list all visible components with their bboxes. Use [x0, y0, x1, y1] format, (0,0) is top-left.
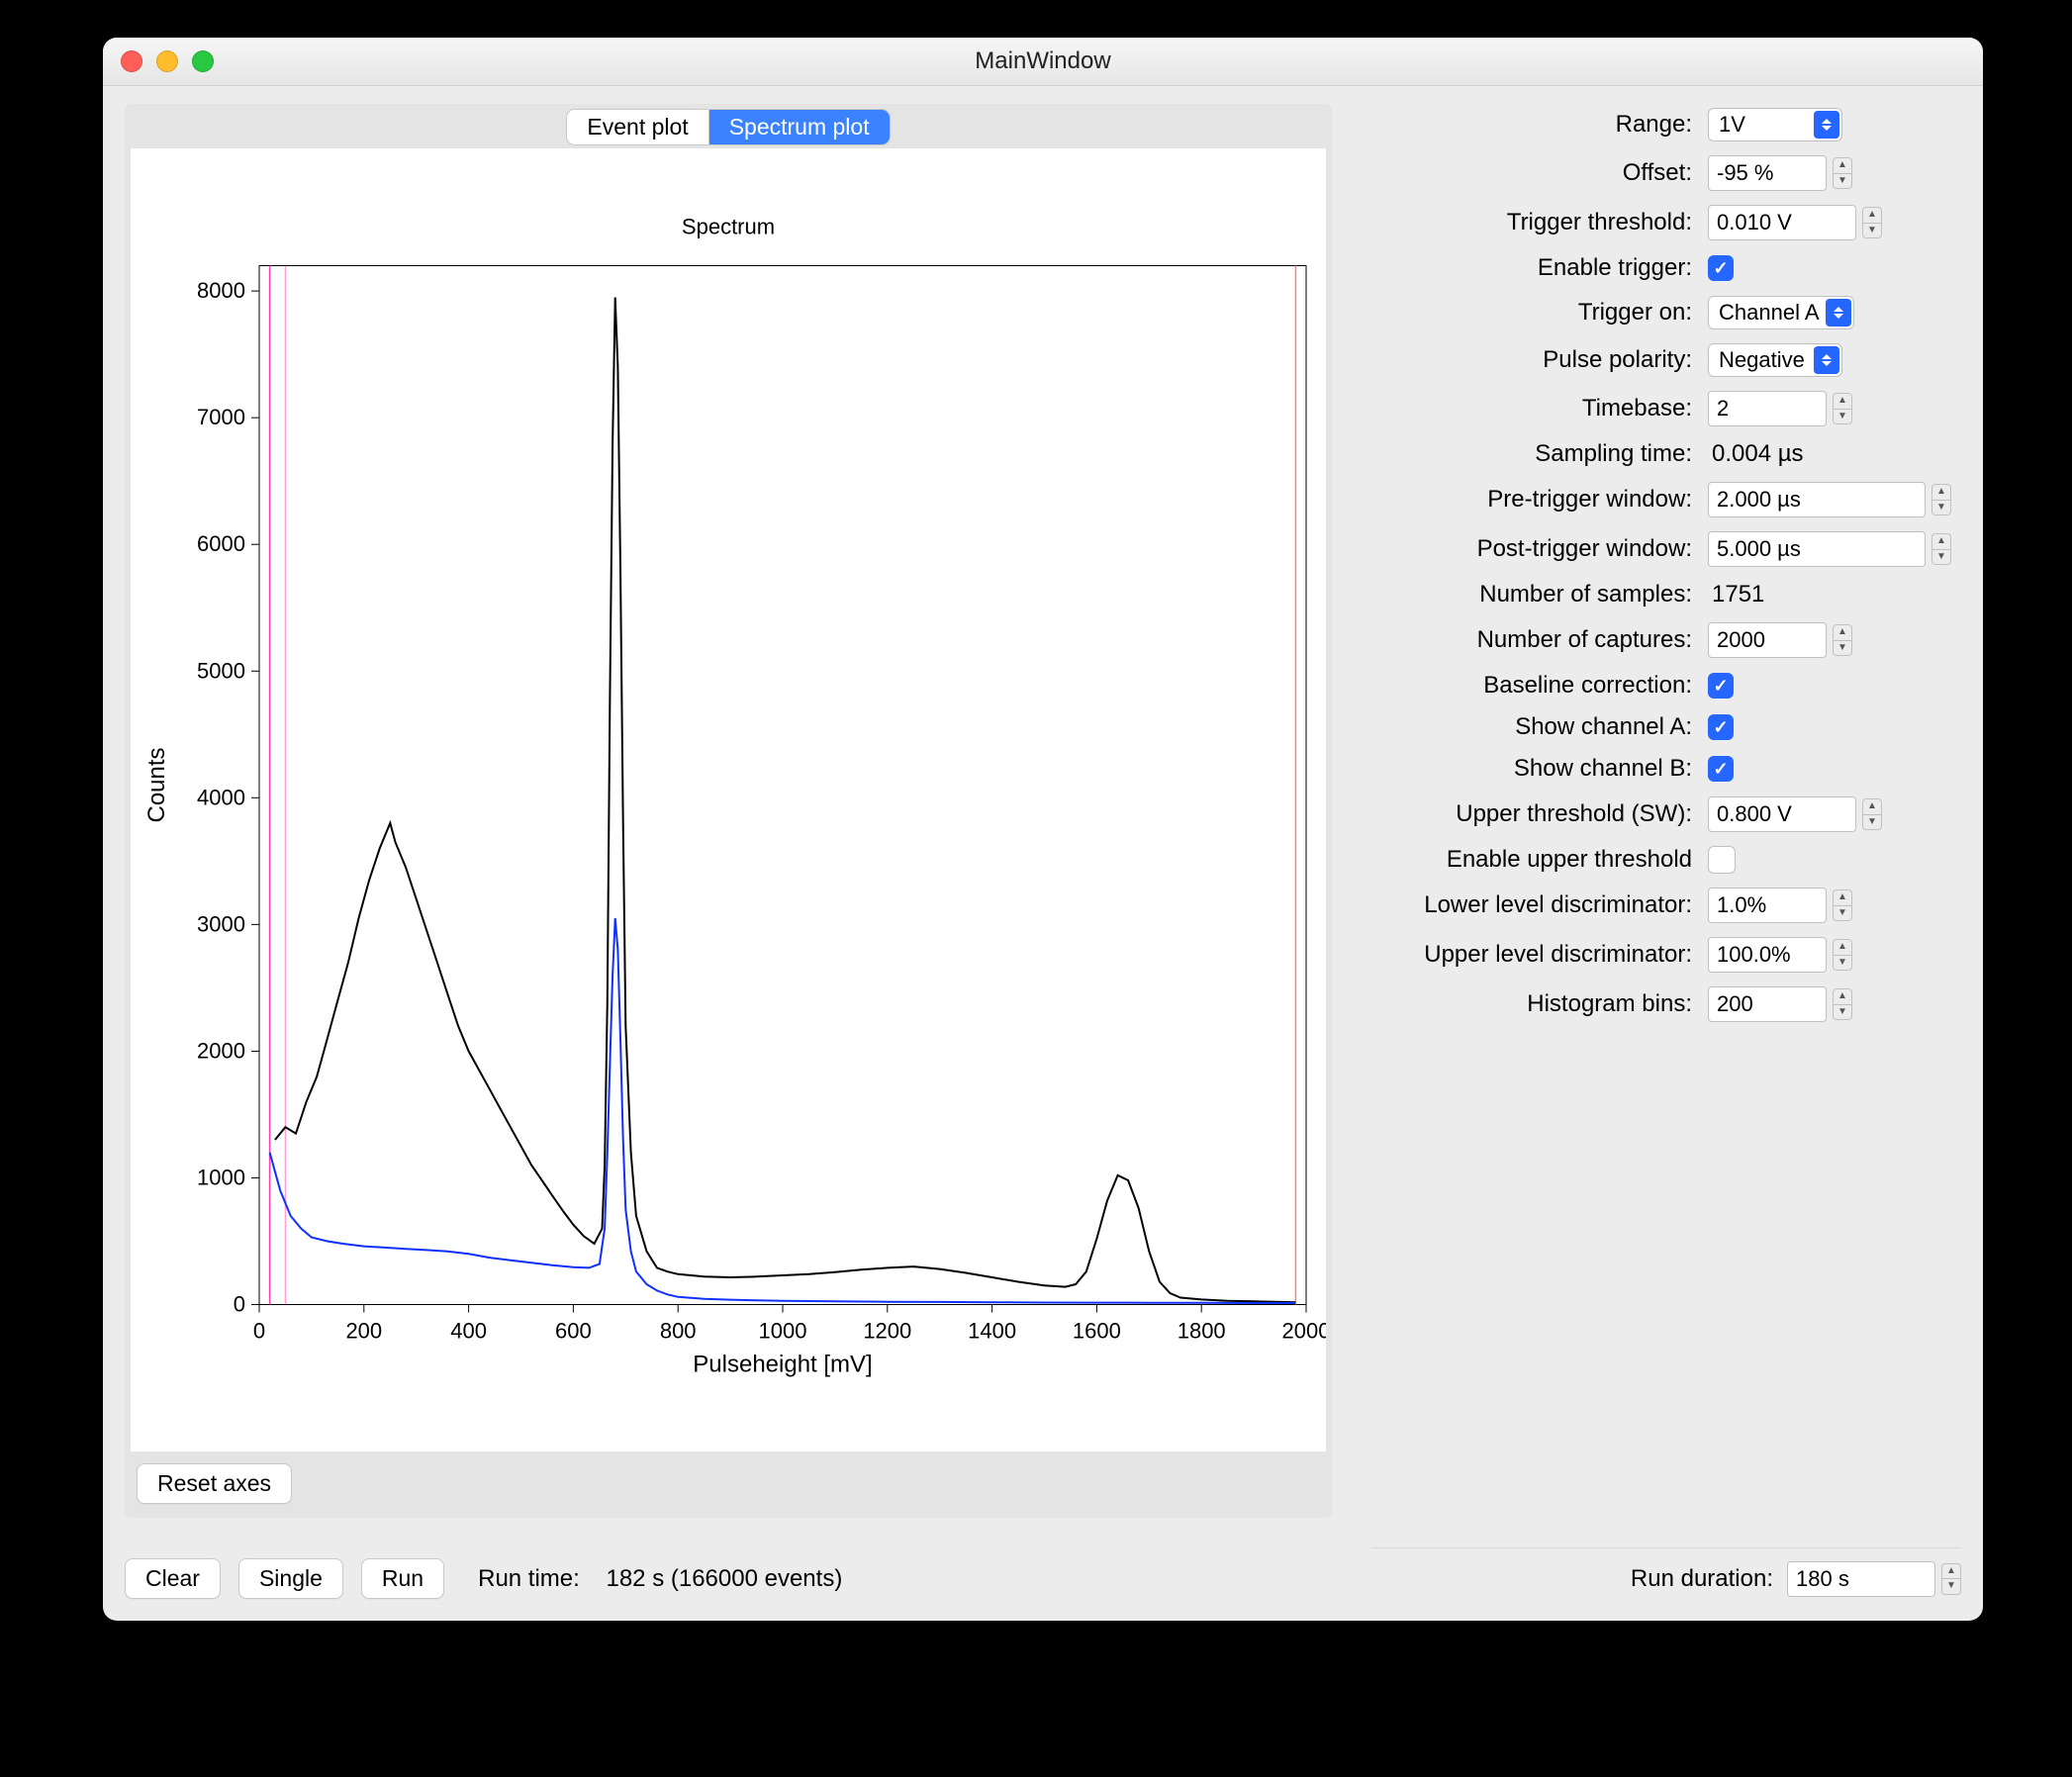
post_trigger_window-label: Post-trigger window: — [1356, 535, 1692, 563]
svg-text:Spectrum: Spectrum — [682, 215, 775, 239]
lower_level_disc-input[interactable] — [1708, 888, 1827, 923]
histogram_bins-label: Histogram bins: — [1356, 990, 1692, 1018]
svg-text:200: 200 — [345, 1319, 382, 1344]
sampling_time-label: Sampling time: — [1356, 440, 1692, 468]
upper_threshold_sw-label: Upper threshold (SW): — [1356, 800, 1692, 828]
window-controls — [121, 50, 214, 72]
run-time-value: 182 s (166000 events) — [606, 1565, 842, 1592]
upper_level_disc-label: Upper level discriminator: — [1356, 941, 1692, 969]
run-time-label: Run time: — [478, 1565, 580, 1592]
titlebar: MainWindow — [103, 38, 1983, 86]
baseline_correction-label: Baseline correction: — [1356, 672, 1692, 700]
enable_upper_thr-checkbox[interactable]: ✓ — [1708, 846, 1736, 874]
trigger_threshold-label: Trigger threshold: — [1356, 209, 1692, 236]
run-duration-stepper[interactable]: ▲▼ — [1941, 1563, 1961, 1595]
number_of_captures-input[interactable] — [1708, 622, 1827, 658]
run-duration-label: Run duration: — [1631, 1565, 1773, 1593]
svg-text:2000: 2000 — [197, 1038, 245, 1063]
svg-text:8000: 8000 — [197, 278, 245, 303]
enable_trigger-label: Enable trigger: — [1356, 254, 1692, 282]
show_channel_b-label: Show channel B: — [1356, 755, 1692, 783]
trigger_threshold-stepper[interactable]: ▲▼ — [1862, 207, 1882, 238]
show_channel_a-label: Show channel A: — [1356, 713, 1692, 741]
show_channel_a-checkbox[interactable]: ✓ — [1708, 714, 1734, 740]
offset-label: Offset: — [1356, 159, 1692, 187]
tab-spectrum-plot[interactable]: Spectrum plot — [709, 110, 890, 144]
svg-text:6000: 6000 — [197, 531, 245, 556]
range-select[interactable]: 1V — [1708, 108, 1842, 141]
svg-text:Counts: Counts — [143, 747, 170, 822]
close-icon[interactable] — [121, 50, 142, 72]
offset-input[interactable] — [1708, 155, 1827, 191]
number_of_captures-label: Number of captures: — [1356, 626, 1692, 654]
post_trigger_window-stepper[interactable]: ▲▼ — [1931, 533, 1951, 565]
trigger_threshold-input[interactable] — [1708, 205, 1856, 240]
trigger_on-select[interactable]: Channel A — [1708, 296, 1854, 329]
chevron-up-down-icon — [1814, 111, 1839, 139]
series-channel-a — [275, 298, 1296, 1303]
lower_level_disc-label: Lower level discriminator: — [1356, 891, 1692, 919]
run-button[interactable]: Run — [361, 1558, 444, 1599]
svg-text:Pulseheight [mV]: Pulseheight [mV] — [693, 1352, 872, 1378]
timebase-input[interactable] — [1708, 391, 1827, 426]
timebase-stepper[interactable]: ▲▼ — [1833, 393, 1852, 424]
svg-text:1000: 1000 — [759, 1319, 807, 1344]
pulse_polarity-label: Pulse polarity: — [1356, 346, 1692, 374]
svg-text:400: 400 — [450, 1319, 487, 1344]
svg-text:7000: 7000 — [197, 405, 245, 429]
svg-text:0: 0 — [234, 1292, 245, 1317]
number_of_samples-label: Number of samples: — [1356, 581, 1692, 608]
svg-text:1200: 1200 — [863, 1319, 911, 1344]
sampling_time-value: 0.004 µs — [1708, 440, 1804, 468]
lower_level_disc-stepper[interactable]: ▲▼ — [1833, 889, 1852, 921]
pre_trigger_window-stepper[interactable]: ▲▼ — [1931, 484, 1951, 515]
pre_trigger_window-label: Pre-trigger window: — [1356, 486, 1692, 514]
histogram_bins-stepper[interactable]: ▲▼ — [1833, 988, 1852, 1020]
run-duration-input[interactable] — [1787, 1561, 1935, 1597]
minimize-icon[interactable] — [156, 50, 178, 72]
baseline_correction-checkbox[interactable]: ✓ — [1708, 673, 1734, 699]
range-label: Range: — [1356, 111, 1692, 139]
number_of_captures-stepper[interactable]: ▲▼ — [1833, 624, 1852, 656]
svg-text:600: 600 — [555, 1319, 592, 1344]
upper_threshold_sw-input[interactable] — [1708, 796, 1856, 832]
chevron-up-down-icon — [1814, 346, 1839, 374]
spectrum-plot[interactable]: Spectrum 0 200 400 600 800 1000 1200 1400 1600 180… — [131, 148, 1326, 1451]
plot-tabs: Event plot Spectrum plot — [567, 110, 889, 144]
svg-text:0: 0 — [253, 1319, 265, 1344]
series-channel-b — [270, 918, 1296, 1303]
window-title: MainWindow — [103, 47, 1983, 75]
show_channel_b-checkbox[interactable]: ✓ — [1708, 756, 1734, 782]
main-window: MainWindow Event plot Spectrum plot Spec… — [103, 38, 1983, 1621]
pre_trigger_window-input[interactable] — [1708, 482, 1926, 517]
timebase-label: Timebase: — [1356, 395, 1692, 422]
upper_level_disc-stepper[interactable]: ▲▼ — [1833, 939, 1852, 971]
reset-axes-button[interactable]: Reset axes — [137, 1463, 292, 1504]
zoom-icon[interactable] — [192, 50, 214, 72]
svg-text:1800: 1800 — [1177, 1319, 1226, 1344]
offset-stepper[interactable]: ▲▼ — [1833, 157, 1852, 189]
svg-text:800: 800 — [660, 1319, 697, 1344]
tab-event-plot[interactable]: Event plot — [567, 110, 708, 144]
chevron-up-down-icon — [1826, 299, 1851, 327]
upper_level_disc-input[interactable] — [1708, 937, 1827, 973]
histogram_bins-input[interactable] — [1708, 986, 1827, 1022]
upper_threshold_sw-stepper[interactable]: ▲▼ — [1862, 798, 1882, 830]
clear-button[interactable]: Clear — [125, 1558, 221, 1599]
svg-text:1600: 1600 — [1073, 1319, 1121, 1344]
pulse_polarity-select[interactable]: Negative — [1708, 343, 1842, 377]
number_of_samples-value: 1751 — [1708, 581, 1764, 608]
trigger_on-label: Trigger on: — [1356, 299, 1692, 327]
enable_upper_thr-label: Enable upper threshold — [1356, 846, 1692, 874]
svg-text:2000: 2000 — [1282, 1319, 1326, 1344]
post_trigger_window-input[interactable] — [1708, 531, 1926, 567]
svg-text:3000: 3000 — [197, 911, 245, 936]
svg-text:5000: 5000 — [197, 658, 245, 683]
svg-text:1000: 1000 — [197, 1165, 245, 1189]
single-button[interactable]: Single — [238, 1558, 343, 1599]
enable_trigger-checkbox[interactable]: ✓ — [1708, 255, 1734, 281]
svg-text:4000: 4000 — [197, 785, 245, 809]
svg-text:1400: 1400 — [968, 1319, 1016, 1344]
